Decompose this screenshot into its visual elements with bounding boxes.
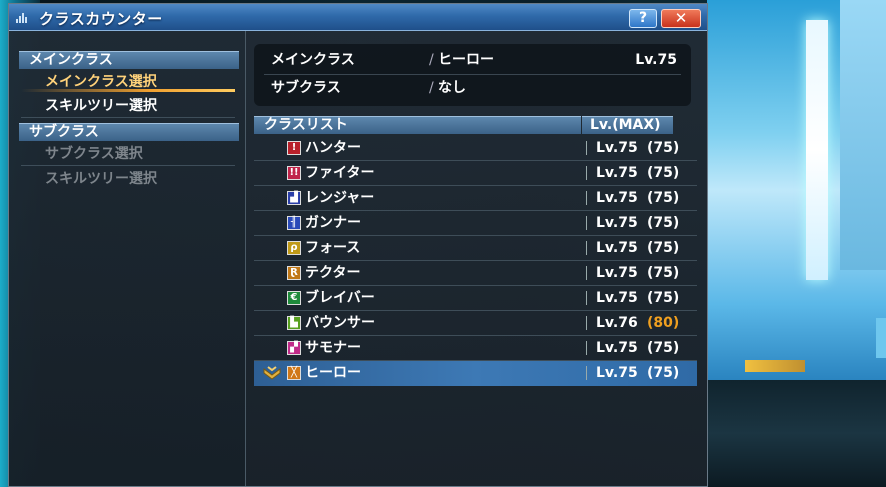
class-max-level: (75) — [647, 340, 680, 356]
class-level: Lv.75 — [596, 140, 638, 156]
force-icon: ρ — [287, 241, 301, 255]
sidebar: メインクラス メインクラス選択 スキルツリー選択 サブクラス サブクラス選択 ス… — [9, 31, 246, 486]
class-level: Lv.76 — [596, 315, 638, 331]
sub-class-select-label: サブクラス選択 — [45, 146, 143, 162]
current-class-badge-icon — [262, 365, 282, 381]
class-name: レンジャー — [305, 190, 375, 206]
class-name: ファイター — [305, 165, 375, 181]
class-row[interactable]: ρ フォース Lv.75 (75) — [254, 236, 697, 261]
column-divider — [586, 316, 587, 330]
hunter-icon: ! — [287, 141, 301, 155]
background-yellow-strip — [745, 360, 805, 372]
class-list-column-name: クラスリスト — [254, 116, 581, 134]
title-bar[interactable]: クラスカウンター ? ✕ — [9, 4, 707, 31]
summary-main-row: メインクラス / ヒーロー Lv.75 — [254, 48, 691, 73]
column-divider — [586, 291, 587, 305]
column-divider — [586, 266, 587, 280]
class-name: ハンター — [305, 140, 361, 156]
class-max-level: (75) — [647, 190, 680, 206]
ranger-icon: ▟ — [287, 191, 301, 205]
background-right-frame — [840, 0, 886, 270]
divider — [21, 165, 235, 166]
fighter-icon: !! — [287, 166, 301, 180]
main-skill-tree-item[interactable]: スキルツリー選択 — [21, 94, 235, 118]
class-max-level: (75) — [647, 240, 680, 256]
column-divider — [586, 166, 587, 180]
class-row[interactable]: ╳ ヒーロー Lv.75 (75) — [254, 361, 697, 386]
class-max-level: (75) — [647, 290, 680, 306]
close-button[interactable]: ✕ — [661, 9, 701, 28]
class-level: Lv.75 — [596, 215, 638, 231]
class-level: Lv.75 — [596, 340, 638, 356]
class-name: ガンナー — [305, 215, 361, 231]
column-divider — [586, 341, 587, 355]
class-level: Lv.75 — [596, 240, 638, 256]
background-blue-edge — [876, 318, 886, 358]
class-row[interactable]: ▙ バウンサー Lv.76 (80) — [254, 311, 697, 336]
class-row[interactable]: € ブレイバー Lv.75 (75) — [254, 286, 697, 311]
class-name: テクター — [305, 265, 361, 281]
class-row[interactable]: Ɽ テクター Lv.75 (75) — [254, 261, 697, 286]
current-class-summary: メインクラス / ヒーロー Lv.75 サブクラス / なし — [254, 44, 691, 106]
column-divider — [586, 191, 587, 205]
class-level: Lv.75 — [596, 165, 638, 181]
class-level: Lv.75 — [596, 365, 638, 381]
class-max-level: (75) — [647, 215, 680, 231]
sub-class-select-item: サブクラス選択 — [21, 142, 235, 166]
summary-sub-label: サブクラス — [271, 80, 341, 96]
class-name: フォース — [305, 240, 361, 256]
help-button[interactable]: ? — [629, 9, 657, 28]
background-floor — [707, 380, 886, 487]
class-level: Lv.75 — [596, 265, 638, 281]
class-row[interactable]: ╢ ガンナー Lv.75 (75) — [254, 211, 697, 236]
divider — [264, 74, 681, 75]
main-class-section-header: メインクラス — [19, 51, 239, 69]
class-row[interactable]: ▞ サモナー Lv.75 (75) — [254, 336, 697, 361]
window-title: クラスカウンター — [39, 10, 163, 28]
sub-skill-tree-item: スキルツリー選択 — [45, 167, 235, 191]
braver-icon: € — [287, 291, 301, 305]
class-name: バウンサー — [305, 315, 375, 331]
column-divider — [586, 366, 587, 380]
class-level: Lv.75 — [596, 290, 638, 306]
class-row[interactable]: ▟ レンジャー Lv.75 (75) — [254, 186, 697, 211]
column-divider — [586, 216, 587, 230]
summary-separator: / — [429, 80, 434, 96]
class-level: Lv.75 — [596, 190, 638, 206]
column-divider — [586, 241, 587, 255]
sub-class-section-header: サブクラス — [19, 123, 239, 141]
bouncer-icon: ▙ — [287, 316, 301, 330]
techer-icon: Ɽ — [287, 266, 301, 280]
class-max-level: (75) — [647, 140, 680, 156]
divider — [21, 117, 235, 118]
class-list-header: クラスリスト Lv.(MAX) — [254, 116, 689, 134]
class-max-level: (75) — [647, 165, 680, 181]
background-light-bar — [806, 20, 828, 280]
hero-icon: ╳ — [287, 366, 301, 380]
main-class-select-label: メインクラス選択 — [45, 74, 157, 90]
column-divider — [586, 141, 587, 155]
gunner-icon: ╢ — [287, 216, 301, 230]
class-max-level: (75) — [647, 265, 680, 281]
class-max-level: (80) — [647, 315, 680, 331]
summary-sub-row: サブクラス / なし — [254, 76, 691, 101]
window-icon — [16, 13, 28, 23]
class-max-level: (75) — [647, 365, 680, 381]
class-counter-window: クラスカウンター ? ✕ メインクラス メインクラス選択 スキルツリー選択 サブ… — [8, 3, 708, 487]
class-name: ブレイバー — [305, 290, 375, 306]
class-row[interactable]: ! ハンター Lv.75 (75) — [254, 136, 697, 161]
class-row[interactable]: !! ファイター Lv.75 (75) — [254, 161, 697, 186]
main-class-select-item[interactable]: メインクラス選択 — [21, 70, 235, 94]
summary-sub-value: なし — [438, 80, 466, 96]
summary-main-level: Lv.75 — [635, 52, 677, 68]
sub-skill-tree-label: スキルツリー選択 — [45, 171, 157, 187]
main-skill-tree-label: スキルツリー選択 — [45, 98, 157, 114]
summary-separator: / — [429, 52, 434, 68]
summary-main-value: ヒーロー — [438, 52, 494, 68]
class-name: ヒーロー — [305, 365, 361, 381]
summary-main-label: メインクラス — [271, 52, 355, 68]
class-name: サモナー — [305, 340, 361, 356]
class-list-column-level: Lv.(MAX) — [582, 116, 673, 134]
summoner-icon: ▞ — [287, 341, 301, 355]
